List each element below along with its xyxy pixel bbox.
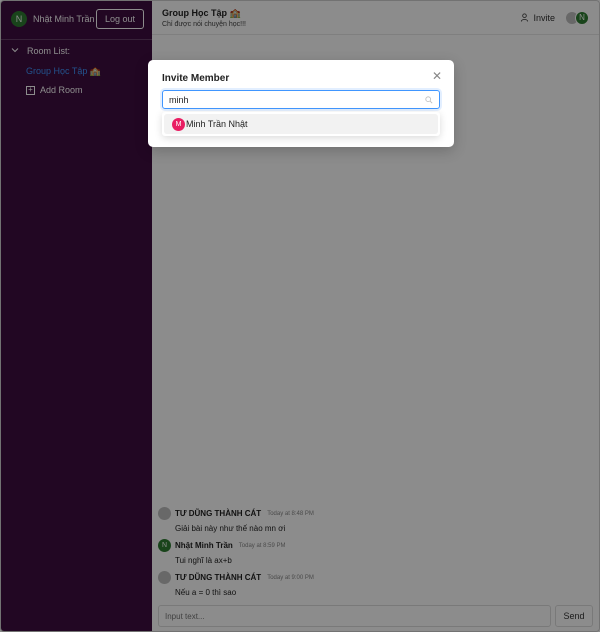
option-label: Minh Trần Nhật <box>186 119 248 129</box>
close-icon[interactable]: ✕ <box>432 70 442 82</box>
search-icon <box>425 95 433 103</box>
member-option[interactable]: M Minh Trần Nhật <box>164 114 438 134</box>
member-search-input[interactable] <box>169 94 425 105</box>
invite-member-modal: Invite Member ✕ M Minh Trần Nhật <box>148 60 454 147</box>
modal-title: Invite Member <box>162 73 230 84</box>
option-avatar: M <box>172 117 185 131</box>
member-search-box[interactable] <box>162 90 440 109</box>
member-search-dropdown: M Minh Trần Nhật <box>162 112 440 136</box>
